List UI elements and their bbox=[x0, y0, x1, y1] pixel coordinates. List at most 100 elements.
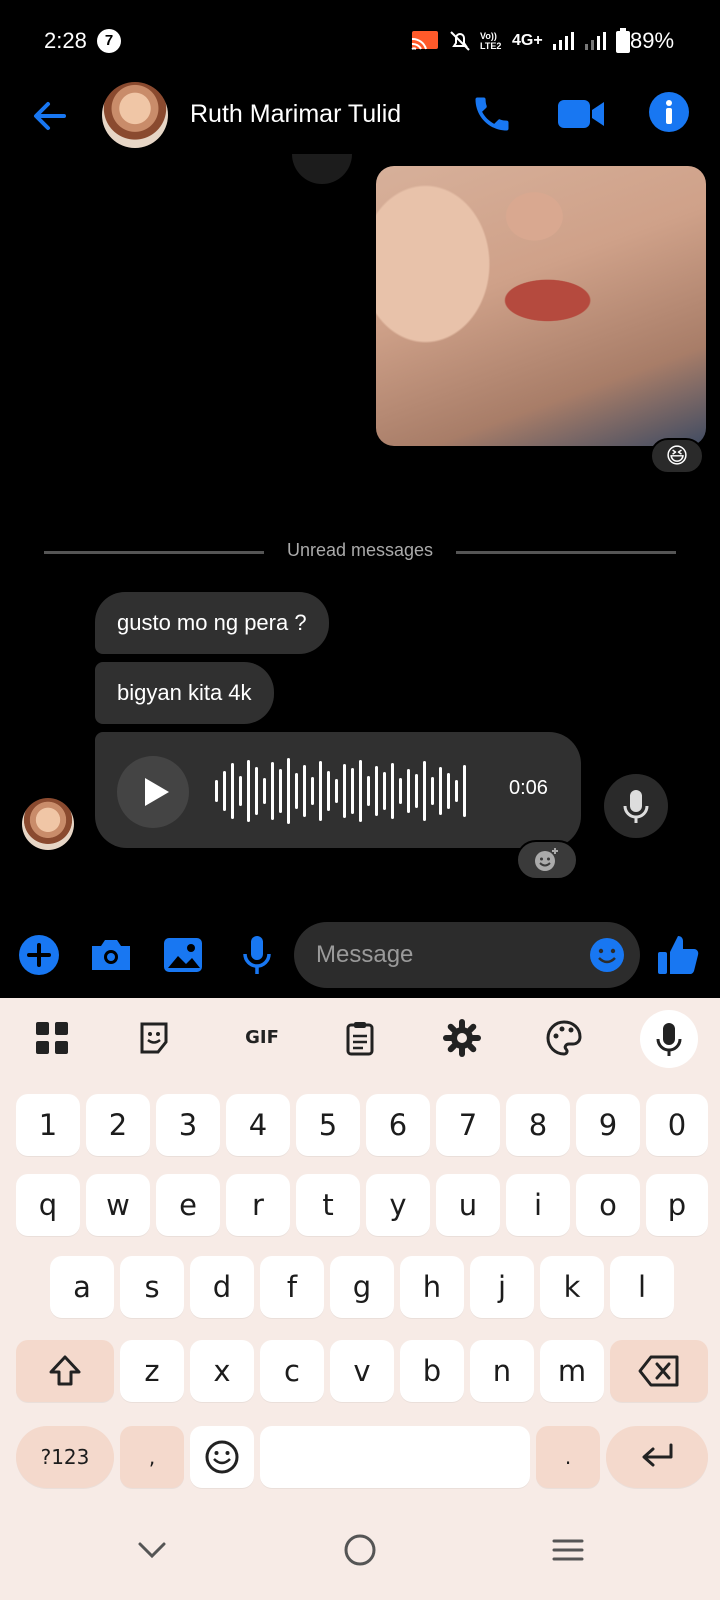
waveform-bar bbox=[319, 761, 322, 821]
key-s[interactable]: s bbox=[120, 1256, 184, 1318]
message-bubble[interactable]: gusto mo ng pera ? bbox=[95, 592, 329, 654]
info-button[interactable] bbox=[647, 90, 691, 134]
microphone-icon bbox=[623, 790, 649, 823]
key-d[interactable]: d bbox=[190, 1256, 254, 1318]
comma-key[interactable]: , bbox=[120, 1426, 184, 1488]
sender-avatar[interactable] bbox=[22, 798, 74, 850]
voice-call-button[interactable] bbox=[470, 92, 514, 136]
gif-button[interactable]: GIF bbox=[236, 1018, 288, 1058]
grid-icon bbox=[36, 1022, 68, 1054]
status-time: 2:28 bbox=[44, 28, 87, 53]
waveform-bar bbox=[415, 774, 418, 808]
key-o[interactable]: o bbox=[576, 1174, 640, 1236]
notification-count-badge: 7 bbox=[97, 29, 121, 53]
key-t[interactable]: t bbox=[296, 1174, 360, 1236]
emoji-key[interactable] bbox=[190, 1426, 254, 1488]
floating-mic-button[interactable] bbox=[604, 774, 668, 838]
clipboard-button[interactable] bbox=[340, 1018, 380, 1058]
sticker-button[interactable] bbox=[134, 1018, 174, 1058]
key-5[interactable]: 5 bbox=[296, 1094, 360, 1156]
backspace-icon bbox=[638, 1355, 679, 1387]
backspace-key[interactable] bbox=[610, 1340, 708, 1402]
symbols-key[interactable]: ?123 bbox=[16, 1426, 114, 1488]
camera-button[interactable] bbox=[86, 930, 136, 980]
voice-typing-button[interactable] bbox=[640, 1010, 698, 1068]
key-4[interactable]: 4 bbox=[226, 1094, 290, 1156]
contact-name[interactable]: Ruth Marimar Tulid bbox=[190, 100, 401, 129]
apps-grid-button[interactable] bbox=[32, 1018, 72, 1058]
like-button[interactable] bbox=[654, 930, 702, 980]
key-6[interactable]: 6 bbox=[366, 1094, 430, 1156]
key-r[interactable]: r bbox=[226, 1174, 290, 1236]
waveform-bar bbox=[215, 780, 218, 802]
more-actions-button[interactable] bbox=[14, 930, 64, 980]
key-w[interactable]: w bbox=[86, 1174, 150, 1236]
key-v[interactable]: v bbox=[330, 1340, 394, 1402]
home-button[interactable] bbox=[340, 1530, 380, 1570]
key-q[interactable]: q bbox=[16, 1174, 80, 1236]
key-g[interactable]: g bbox=[330, 1256, 394, 1318]
waveform-bar bbox=[247, 760, 250, 822]
key-m[interactable]: m bbox=[540, 1340, 604, 1402]
key-x[interactable]: x bbox=[190, 1340, 254, 1402]
back-button[interactable] bbox=[28, 94, 72, 138]
waveform-bar bbox=[423, 761, 426, 821]
key-0[interactable]: 0 bbox=[646, 1094, 708, 1156]
voice-message[interactable]: 0:06 bbox=[95, 732, 581, 848]
key-i[interactable]: i bbox=[506, 1174, 570, 1236]
key-3[interactable]: 3 bbox=[156, 1094, 220, 1156]
photo-message[interactable] bbox=[376, 166, 706, 446]
key-f[interactable]: f bbox=[260, 1256, 324, 1318]
contact-avatar[interactable] bbox=[102, 82, 168, 148]
key-h[interactable]: h bbox=[400, 1256, 464, 1318]
key-j[interactable]: j bbox=[470, 1256, 534, 1318]
hide-keyboard-button[interactable] bbox=[132, 1530, 172, 1570]
key-p[interactable]: p bbox=[646, 1174, 708, 1236]
key-a[interactable]: a bbox=[50, 1256, 114, 1318]
key-1[interactable]: 1 bbox=[16, 1094, 80, 1156]
waveform-bar bbox=[383, 772, 386, 810]
key-y[interactable]: y bbox=[366, 1174, 430, 1236]
waveform-bar bbox=[255, 767, 258, 815]
voice-record-button[interactable] bbox=[232, 930, 282, 980]
photo-reaction[interactable]: 😆 bbox=[650, 438, 704, 474]
settings-button[interactable] bbox=[442, 1018, 482, 1058]
shift-key[interactable] bbox=[16, 1340, 114, 1402]
key-n[interactable]: n bbox=[470, 1340, 534, 1402]
play-button[interactable] bbox=[117, 756, 189, 828]
volte-label: Vo)) LTE2 bbox=[480, 31, 502, 51]
theme-button[interactable] bbox=[544, 1018, 584, 1058]
period-key[interactable]: . bbox=[536, 1426, 600, 1488]
recents-button[interactable] bbox=[548, 1530, 588, 1570]
key-z[interactable]: z bbox=[120, 1340, 184, 1402]
key-u[interactable]: u bbox=[436, 1174, 500, 1236]
space-key[interactable] bbox=[260, 1426, 530, 1488]
waveform-bar bbox=[399, 778, 402, 804]
key-c[interactable]: c bbox=[260, 1340, 324, 1402]
waveform-bar bbox=[327, 771, 330, 811]
key-9[interactable]: 9 bbox=[576, 1094, 640, 1156]
key-2[interactable]: 2 bbox=[86, 1094, 150, 1156]
video-call-button[interactable] bbox=[556, 92, 606, 136]
emoji-button[interactable] bbox=[588, 936, 626, 974]
signal-icon bbox=[552, 32, 574, 50]
message-bubble[interactable]: bigyan kita 4k bbox=[95, 662, 274, 724]
image-icon bbox=[164, 938, 202, 972]
key-8[interactable]: 8 bbox=[506, 1094, 570, 1156]
microphone-icon bbox=[656, 1023, 682, 1056]
waveform-bar bbox=[359, 760, 362, 822]
thumbs-up-icon bbox=[658, 936, 699, 974]
key-l[interactable]: l bbox=[610, 1256, 674, 1318]
add-reaction-button[interactable] bbox=[516, 840, 578, 880]
home-circle-icon bbox=[344, 1534, 376, 1566]
key-b[interactable]: b bbox=[400, 1340, 464, 1402]
navigation-bar bbox=[0, 1500, 720, 1600]
key-7[interactable]: 7 bbox=[436, 1094, 500, 1156]
add-emoji-icon bbox=[535, 848, 558, 871]
waveform-bar bbox=[287, 758, 290, 824]
key-e[interactable]: e bbox=[156, 1174, 220, 1236]
gallery-button[interactable] bbox=[158, 930, 208, 980]
enter-key[interactable] bbox=[606, 1426, 708, 1488]
plus-circle-icon bbox=[19, 935, 59, 975]
key-k[interactable]: k bbox=[540, 1256, 604, 1318]
